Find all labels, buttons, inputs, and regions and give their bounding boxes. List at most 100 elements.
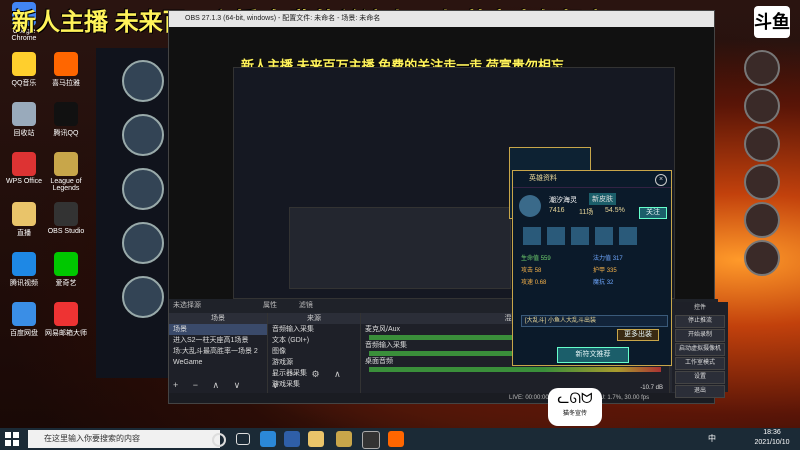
app-icon — [12, 152, 36, 176]
desktop-icon-label: 腾讯QQ — [53, 130, 79, 137]
scene-item[interactable]: 进入S2一柱天座高1场景 — [169, 335, 267, 346]
desktop-icon-label: 百度网盘 — [10, 330, 38, 337]
skill-icon — [618, 227, 637, 245]
list-item[interactable] — [100, 110, 164, 158]
desktop-icon[interactable]: 喜马拉雅 — [44, 52, 88, 88]
app-icon — [12, 252, 36, 276]
source-item[interactable]: 文本 (GDI+) — [268, 335, 360, 346]
volume-meter — [369, 367, 661, 372]
app-icon[interactable] — [284, 431, 300, 447]
skill-icon — [523, 227, 541, 245]
language-indicator[interactable]: 中 — [708, 433, 716, 444]
cat-mascot: ᓚᘏᗢ 猫冬宣传 — [548, 388, 602, 426]
start-record-button[interactable]: 开始录制 — [675, 329, 725, 342]
game-client-panel — [96, 48, 168, 378]
hero-games: 7416 — [549, 207, 565, 214]
scene-item[interactable]: 场:大乱斗最高胜率一场景 2 — [169, 346, 267, 357]
hero-avatar — [519, 195, 541, 217]
avatar — [122, 168, 164, 210]
list-item[interactable] — [100, 164, 164, 212]
avatar — [744, 126, 780, 162]
studio-mode-button[interactable]: 工作室模式 — [675, 357, 725, 370]
scene-item[interactable]: 场景 — [169, 324, 267, 335]
desktop-icon[interactable]: 腾讯QQ — [44, 102, 88, 138]
desktop-icon[interactable]: 网易邮箱大师 — [44, 302, 88, 338]
app-icon — [12, 302, 36, 326]
desktop-icon[interactable]: 直播 — [2, 202, 46, 238]
avatar — [122, 276, 164, 318]
stat-label: 护甲 335 — [593, 268, 617, 274]
source-item[interactable]: 游戏源 — [268, 357, 360, 368]
avatar — [744, 164, 780, 200]
controls-dock: 控件 停止推流 开始录制 启动虚拟摄像机 工作室模式 设置 退出 — [672, 302, 728, 398]
no-source-text: 未选择源 — [173, 302, 201, 309]
desktop-icon-label: WPS Office — [5, 178, 43, 185]
sources-toolbar[interactable]: + − ⚙ ∧ ∨ — [272, 369, 360, 391]
cat-label: 猫冬宣传 — [562, 411, 587, 417]
app-icon — [12, 202, 36, 226]
nested-obs-window — [289, 207, 511, 289]
list-item[interactable] — [100, 218, 164, 266]
windows-start-icon[interactable] — [4, 431, 20, 447]
desktop-icon[interactable]: League of Legends — [44, 152, 88, 192]
settings-button[interactable]: 设置 — [675, 371, 725, 384]
desktop-icon[interactable]: OBS Studio — [44, 202, 88, 235]
skill-icons — [523, 227, 663, 249]
close-icon[interactable]: × — [655, 174, 667, 186]
desktop-icon-label: 喜马拉雅 — [52, 80, 80, 87]
right-panel — [730, 48, 800, 388]
app-icon — [54, 152, 78, 176]
hero-winrate: 54.5% — [605, 207, 625, 214]
scenes-toolbar[interactable]: + − ∧ ∨ — [173, 380, 246, 391]
taskbar-search-input[interactable]: 在这里输入你要搜索的内容 — [28, 430, 220, 448]
avatar — [744, 202, 780, 238]
stop-stream-button[interactable]: 停止推流 — [675, 315, 725, 328]
desktop-icon[interactable]: WPS Office — [2, 152, 46, 185]
app-icon — [54, 102, 78, 126]
clock[interactable]: 18:36 2021/10/10 — [748, 428, 796, 448]
cortana-icon[interactable] — [212, 433, 226, 447]
list-item[interactable] — [100, 272, 164, 320]
properties-button[interactable]: 属性 — [263, 302, 277, 309]
desktop-icon-label: League of Legends — [50, 178, 82, 192]
window-title: OBS 27.1.3 (64-bit, windows) - 配置文件: 未命名… — [169, 11, 714, 27]
desktop-icon[interactable]: 腾讯视频 — [2, 252, 46, 288]
scenes-dock: 场景 场景 进入S2一柱天座高1场景 场:大乱斗最高胜率一场景 2 WeGame… — [169, 313, 268, 393]
avatar — [744, 50, 780, 86]
app-icon — [12, 102, 36, 126]
avatar — [744, 240, 780, 276]
scene-item[interactable]: WeGame — [169, 357, 267, 368]
follow-button[interactable]: 关注 — [639, 207, 667, 219]
hero-matches: 11场 — [579, 209, 594, 216]
exit-button[interactable]: 退出 — [675, 385, 725, 398]
more-build-button[interactable]: 更多出装 — [617, 329, 659, 341]
desktop-icon-label: QQ音乐 — [11, 80, 37, 87]
task-view-icon[interactable] — [236, 433, 250, 445]
stat-label: 魔抗 32 — [593, 280, 614, 286]
popup-title: 英雄资料 — [513, 171, 671, 188]
obs-icon[interactable] — [362, 431, 380, 449]
edge-icon[interactable] — [260, 431, 276, 447]
app-icon — [54, 52, 78, 76]
source-item[interactable]: 音频输入采集 — [268, 324, 360, 335]
filters-button[interactable]: 滤镜 — [299, 302, 313, 309]
avatar — [122, 222, 164, 264]
clock-time: 18:36 — [763, 429, 781, 436]
cat-face-icon: ᓚᘏᗢ — [557, 390, 593, 406]
source-item[interactable]: 图像 — [268, 346, 360, 357]
desktop-icon[interactable]: 回收站 — [2, 102, 46, 138]
mode-select[interactable]: [大乱斗] 小鱼人大乱斗出装 — [521, 315, 668, 327]
list-item[interactable] — [100, 56, 164, 104]
folder-icon[interactable] — [308, 431, 324, 447]
lol-icon[interactable] — [336, 431, 352, 447]
app-icon[interactable] — [388, 431, 404, 447]
rune-recommend-button[interactable]: 新符文推荐 — [557, 347, 629, 363]
desktop-icon-label: 腾讯视频 — [10, 280, 38, 287]
desktop-icon[interactable]: 爱奇艺 — [44, 252, 88, 288]
desktop-icon[interactable]: QQ音乐 — [2, 52, 46, 88]
avatar — [122, 114, 164, 156]
desktop-icon[interactable]: 百度网盘 — [2, 302, 46, 338]
virtual-camera-button[interactable]: 启动虚拟摄像机 — [675, 343, 725, 356]
desktop-icon-label: 直播 — [17, 230, 31, 237]
avatar — [122, 60, 164, 102]
